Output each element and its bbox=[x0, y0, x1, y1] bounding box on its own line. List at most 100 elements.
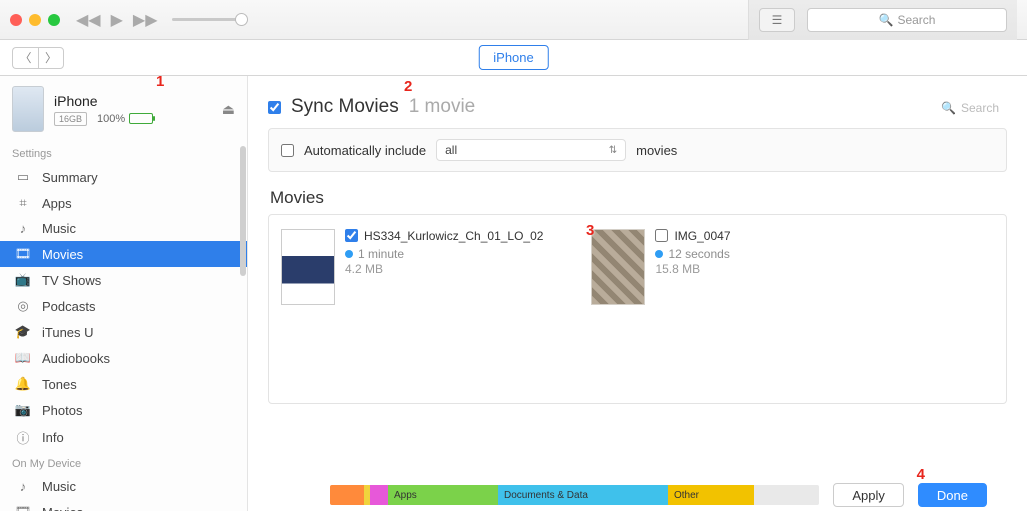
annotation-2: 2 bbox=[404, 78, 412, 95]
movie-checkbox[interactable] bbox=[345, 229, 358, 242]
storage-bar: Apps Documents & Data Other bbox=[330, 485, 819, 505]
audiobook-icon: 📖 bbox=[14, 350, 32, 366]
search-placeholder: Search bbox=[961, 101, 999, 115]
sidebar-item-label: Audiobooks bbox=[42, 351, 110, 366]
sidebar-item-label: Photos bbox=[42, 403, 82, 418]
on-device-music[interactable]: ♪Music bbox=[0, 474, 247, 499]
forward-button[interactable]: 〉 bbox=[38, 47, 64, 69]
sidebar-item-photos[interactable]: 📷 Photos bbox=[0, 397, 247, 423]
movie-duration: 1 minute bbox=[358, 247, 404, 261]
movies-icon: 🎞 bbox=[14, 504, 32, 511]
storage-seg-docs: Documents & Data bbox=[498, 485, 668, 505]
capacity-badge: 16GB bbox=[54, 112, 87, 126]
sidebar-item-label: Summary bbox=[42, 170, 98, 185]
play-icon[interactable]: ▶ bbox=[111, 10, 123, 30]
select-value: all bbox=[445, 143, 457, 157]
movie-size: 4.2 MB bbox=[345, 262, 543, 276]
sidebar-item-label: Tones bbox=[42, 377, 77, 392]
movies-icon: 🎞 bbox=[14, 246, 32, 262]
sidebar-item-movies[interactable]: 🎞Movies 1 bbox=[0, 241, 247, 267]
sidebar-item-summary[interactable]: ▭ Summary bbox=[0, 164, 247, 190]
auto-include-suffix: movies bbox=[636, 143, 677, 158]
window-controls bbox=[10, 14, 60, 26]
movie-thumbnail bbox=[591, 229, 645, 305]
music-icon: ♪ bbox=[14, 479, 32, 494]
storage-seg-other: Other bbox=[668, 485, 754, 505]
list-view-button[interactable]: ☰ bbox=[759, 8, 795, 32]
movie-title: HS334_Kurlowicz_Ch_01_LO_02 bbox=[364, 229, 543, 243]
movies-section-label: Movies bbox=[270, 188, 1007, 208]
sidebar-item-podcasts[interactable]: ◎ Podcasts bbox=[0, 293, 247, 319]
sync-count: 1 movie bbox=[409, 96, 476, 118]
storage-seg-misc2 bbox=[370, 485, 388, 505]
sidebar-item-label: Movies bbox=[42, 505, 83, 512]
minimize-icon[interactable] bbox=[29, 14, 41, 26]
titlebar: ◀◀ ▶ ▶▶ ☰ 🔍 Search bbox=[0, 0, 1027, 40]
sidebar-item-label: Music bbox=[42, 221, 76, 236]
volume-knob-icon[interactable] bbox=[235, 13, 248, 26]
sidebar-item-tones[interactable]: 🔔Tones bbox=[0, 371, 247, 397]
chevron-updown-icon: ⇅ bbox=[609, 145, 617, 156]
device-thumbnail-icon bbox=[12, 86, 44, 132]
sidebar-item-music[interactable]: ♪ Music bbox=[0, 216, 247, 241]
sidebar-item-tvshows[interactable]: 📺TV Shows bbox=[0, 267, 247, 293]
done-button[interactable]: Done bbox=[918, 483, 987, 507]
device-header[interactable]: iPhone 16GB 100% ⏏ bbox=[0, 76, 247, 142]
sidebar-item-label: Apps bbox=[42, 196, 72, 211]
sidebar-item-audiobooks[interactable]: 📖 Audiobooks bbox=[0, 345, 247, 371]
scrollbar-thumb[interactable] bbox=[240, 146, 246, 276]
sync-title: Sync Movies bbox=[291, 96, 399, 118]
sidebar-item-label: Podcasts bbox=[42, 299, 95, 314]
back-button[interactable]: 〈 bbox=[12, 47, 38, 69]
prev-track-icon[interactable]: ◀◀ bbox=[76, 10, 101, 30]
sidebar-item-apps[interactable]: ⌗ Apps bbox=[0, 190, 247, 216]
sidebar-item-label: Movies bbox=[42, 247, 83, 262]
music-icon: ♪ bbox=[14, 221, 32, 236]
movie-duration: 12 seconds bbox=[668, 247, 729, 261]
close-icon[interactable] bbox=[10, 14, 22, 26]
device-name: iPhone bbox=[54, 93, 212, 109]
tv-icon: 📺 bbox=[14, 272, 32, 288]
on-device-movies[interactable]: 🎞 Movies bbox=[0, 499, 247, 511]
unwatched-dot-icon bbox=[655, 250, 663, 258]
search-icon: 🔍 bbox=[879, 13, 894, 27]
playback-controls: ◀◀ ▶ ▶▶ bbox=[76, 10, 158, 30]
search-placeholder: Search bbox=[897, 13, 935, 27]
content-search[interactable]: 🔍 Search bbox=[933, 98, 1007, 118]
eject-icon[interactable]: ⏏ bbox=[222, 101, 235, 118]
annotation-1: 1 bbox=[156, 76, 164, 90]
zoom-icon[interactable] bbox=[48, 14, 60, 26]
auto-include-checkbox[interactable] bbox=[281, 144, 294, 157]
movie-item[interactable]: IMG_0047 12 seconds 15.8 MB bbox=[591, 229, 730, 363]
on-device-section-label: On My Device bbox=[0, 452, 247, 474]
sidebar-item-label: Info bbox=[42, 430, 64, 445]
volume-slider[interactable] bbox=[172, 18, 242, 21]
sidebar-item-label: iTunes U bbox=[42, 325, 94, 340]
apply-button[interactable]: Apply bbox=[833, 483, 904, 507]
search-input[interactable]: 🔍 Search bbox=[807, 8, 1007, 32]
movie-title: IMG_0047 bbox=[674, 229, 730, 243]
battery-text: 100% bbox=[97, 113, 125, 125]
auto-include-select[interactable]: all ⇅ bbox=[436, 139, 626, 161]
podcast-icon: ◎ bbox=[14, 298, 32, 314]
unwatched-dot-icon bbox=[345, 250, 353, 258]
storage-seg-free bbox=[754, 485, 819, 505]
device-tab[interactable]: iPhone bbox=[478, 45, 548, 70]
sidebar: iPhone 16GB 100% ⏏ Settings ▭Summary ⌗Ap… bbox=[0, 76, 248, 511]
summary-icon: ▭ bbox=[14, 169, 32, 185]
annotation-3: 3 bbox=[586, 222, 594, 239]
photos-icon: 📷 bbox=[14, 402, 32, 418]
movie-thumbnail bbox=[281, 229, 335, 305]
sync-header: Sync Movies 1 movie 2 🔍 Search bbox=[268, 96, 1007, 118]
annotation-4: 4 bbox=[917, 466, 925, 483]
battery-icon bbox=[129, 113, 153, 124]
sidebar-item-itunesu[interactable]: 🎓iTunes U bbox=[0, 319, 247, 345]
movie-size: 15.8 MB bbox=[655, 262, 730, 276]
content-pane: Sync Movies 1 movie 2 🔍 Search Automatic… bbox=[248, 76, 1027, 511]
movie-item[interactable]: HS334_Kurlowicz_Ch_01_LO_02 1 minute 4.2… bbox=[281, 229, 543, 363]
movie-checkbox[interactable] bbox=[655, 229, 668, 242]
apps-icon: ⌗ bbox=[14, 195, 32, 211]
next-track-icon[interactable]: ▶▶ bbox=[133, 10, 158, 30]
sync-movies-checkbox[interactable] bbox=[268, 101, 281, 114]
sidebar-item-info[interactable]: ⓘInfo bbox=[0, 423, 247, 452]
